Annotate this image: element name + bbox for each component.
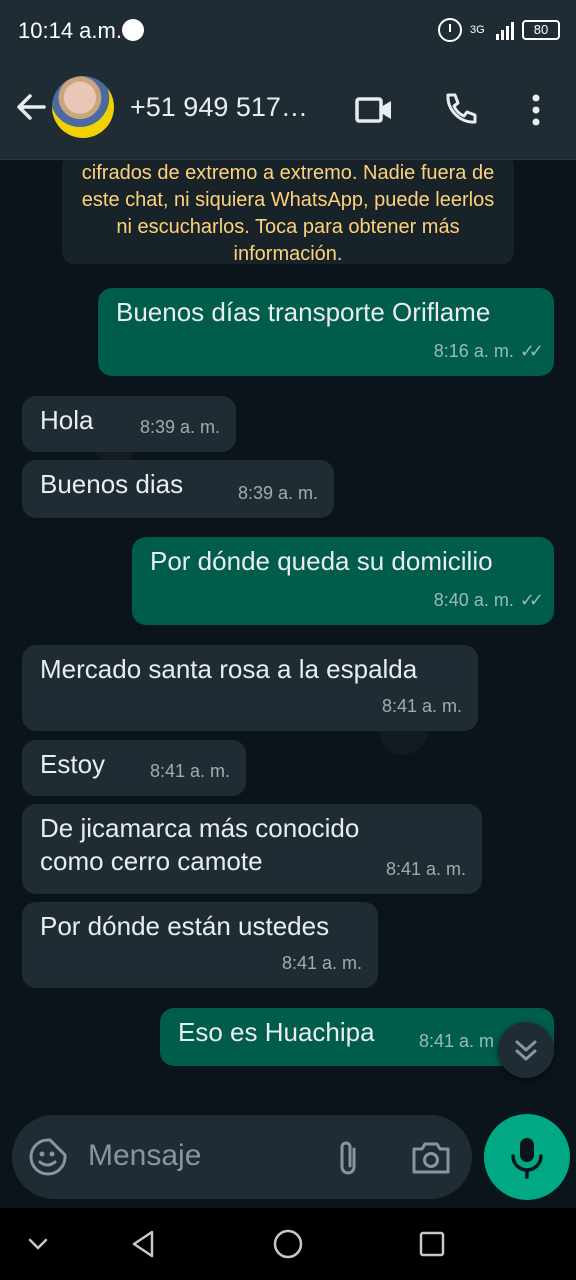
battery-level: 80 xyxy=(522,20,560,40)
status-bar: 10:14 a.m. 3G 80 xyxy=(0,0,576,60)
encryption-notice[interactable]: cifrados de extremo a extremo. Nadie fue… xyxy=(62,160,514,265)
message-text: Buenos días transporte Oriflame xyxy=(116,297,491,327)
network-type: 3G xyxy=(470,23,485,36)
attach-icon[interactable] xyxy=(330,1139,366,1179)
video-call-icon[interactable] xyxy=(354,90,394,130)
message-text: De jicamarca más conocido como cerro cam… xyxy=(40,813,360,876)
scroll-to-bottom-button[interactable] xyxy=(498,1022,554,1078)
phone-icon[interactable] xyxy=(440,90,480,130)
contact-avatar[interactable] xyxy=(52,76,114,138)
message-bubble[interactable]: Por dónde están ustedes 8:41 a. m. xyxy=(22,902,378,988)
read-ticks-icon: ✓✓ xyxy=(519,590,544,610)
whatsapp-notification-icon xyxy=(122,19,144,41)
contact-title[interactable]: +51 949 517… xyxy=(130,92,308,123)
message-bubble[interactable]: Por dónde queda su domicilio 8:40 a. m. ✓… xyxy=(132,537,554,625)
message-time: 8:41 a. m. xyxy=(281,953,362,973)
back-arrow-icon[interactable] xyxy=(14,90,48,124)
message-text: Mercado santa rosa a la espalda xyxy=(40,654,418,684)
message-composer[interactable]: Mensaje xyxy=(12,1115,472,1199)
message-bubble[interactable]: Buenos días transporte Oriflame 8:16 a. … xyxy=(98,288,554,376)
system-navigation-bar xyxy=(0,1208,576,1280)
message-time: 8:16 a. m. xyxy=(433,341,514,361)
status-time: 10:14 a.m. xyxy=(18,18,122,43)
message-bubble[interactable]: Hola 8:39 a. m. xyxy=(22,396,236,452)
nav-back-icon[interactable] xyxy=(126,1226,162,1262)
more-options-icon[interactable] xyxy=(516,90,556,130)
message-time: 8:41 a. m. xyxy=(149,761,230,781)
message-text: Por dónde queda su domicilio xyxy=(150,546,493,576)
message-time: 8:40 a. m. xyxy=(433,590,514,610)
message-bubble[interactable]: Buenos dias 8:39 a. m. xyxy=(22,460,334,518)
message-time: 8:39 a. m. xyxy=(139,417,220,437)
message-time: 8:39 a. m. xyxy=(237,483,318,503)
message-time: 8:41 a. m. xyxy=(381,696,462,716)
status-indicators: 3G 80 xyxy=(438,16,560,44)
signal-icon xyxy=(496,20,514,40)
message-bubble[interactable]: Eso es Huachipa 8:41 a. m xyxy=(160,1008,554,1066)
message-time: 8:41 a. m. xyxy=(385,859,466,879)
hide-keyboard-icon[interactable] xyxy=(20,1226,56,1262)
message-time-row: 8:40 a. m. ✓✓ xyxy=(433,584,544,617)
message-list[interactable]: cifrados de extremo a extremo. Nadie fue… xyxy=(0,160,576,1110)
alarm-icon xyxy=(438,18,462,42)
nav-recents-icon[interactable] xyxy=(414,1226,450,1262)
message-bubble[interactable]: Mercado santa rosa a la espalda 8:41 a. … xyxy=(22,645,478,731)
read-ticks-icon: ✓✓ xyxy=(519,341,544,361)
emoji-sticker-icon[interactable] xyxy=(28,1137,68,1177)
message-time-row: 8:16 a. m. ✓✓ xyxy=(433,335,544,368)
camera-icon[interactable] xyxy=(410,1139,452,1177)
message-bubble[interactable]: Estoy 8:41 a. m. xyxy=(22,740,246,796)
chat-header: +51 949 517… xyxy=(0,60,576,160)
message-bubble[interactable]: De jicamarca más conocido como cerro cam… xyxy=(22,804,482,894)
nav-home-icon[interactable] xyxy=(270,1226,306,1262)
message-time: 8:41 a. m xyxy=(418,1031,494,1051)
message-text: Por dónde están ustedes xyxy=(40,911,330,941)
message-input[interactable]: Mensaje xyxy=(88,1139,201,1173)
voice-message-button[interactable] xyxy=(484,1114,570,1200)
